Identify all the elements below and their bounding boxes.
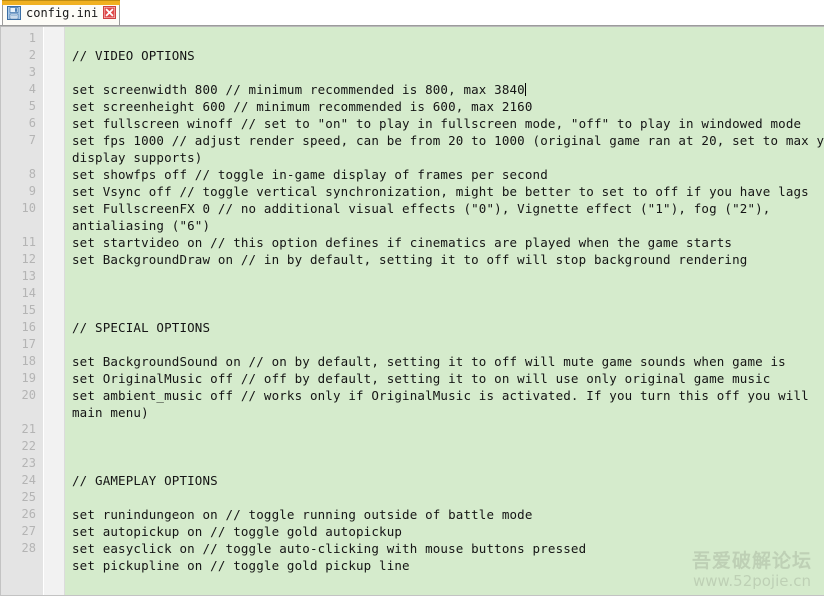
code-line[interactable]: // VIDEO OPTIONS [65, 47, 824, 64]
line-number: 1 [28, 31, 36, 45]
code-line[interactable]: set runindungeon on // toggle running ou… [65, 506, 824, 523]
line-number-gutter: 1 2 3 4 5 6 7 8 9 10 11 12 13 14 15 16 17 18 19 20 21 22 23 24 2… [0, 27, 44, 596]
line-number: 13 [21, 269, 36, 283]
line-number: 27 [21, 524, 36, 538]
text-editor-window: config.ini 1 2 3 4 5 6 7 8 9 10 11 12 13 14 15 16 17 18 19… [0, 0, 824, 596]
line-number: 9 [28, 184, 36, 198]
line-number: 15 [21, 303, 36, 317]
line-number: 23 [21, 456, 36, 470]
gutter-separator [44, 27, 65, 596]
line-number: 18 [21, 354, 36, 368]
code-line[interactable]: set pickupline on // toggle gold pickup … [65, 557, 824, 574]
code-line[interactable] [65, 336, 824, 353]
line-number: 14 [21, 286, 36, 300]
code-line[interactable]: set showfps off // toggle in-game displa… [65, 166, 824, 183]
line-number: 26 [21, 507, 36, 521]
window-left-edge [0, 27, 1, 596]
code-line[interactable]: set ambient_music off // works only if O… [65, 387, 824, 404]
code-line[interactable]: antialiasing ("6") [65, 217, 824, 234]
code-line[interactable]: main menu) [65, 404, 824, 421]
code-line[interactable] [65, 438, 824, 455]
line-number: 8 [28, 167, 36, 181]
code-line[interactable]: set easyclick on // toggle auto-clicking… [65, 540, 824, 557]
tab-config-ini[interactable]: config.ini [2, 0, 121, 25]
tab-label: config.ini [26, 5, 99, 20]
code-line[interactable]: set screenheight 600 // minimum recommen… [65, 98, 824, 115]
code-line[interactable]: set fullscreen winoff // set to "on" to … [65, 115, 824, 132]
line-number: 5 [28, 99, 36, 113]
line-number: 6 [28, 116, 36, 130]
line-number: 10 [21, 201, 36, 215]
line-number: 7 [28, 133, 36, 147]
code-line[interactable] [65, 64, 824, 81]
code-line[interactable]: set startvideo on // this option defines… [65, 234, 824, 251]
line-number: 21 [21, 422, 36, 436]
code-line[interactable] [65, 455, 824, 472]
code-line[interactable]: set OriginalMusic off // off by default,… [65, 370, 824, 387]
line-number [0, 149, 43, 166]
code-line[interactable]: set fps 1000 // adjust render speed, can… [65, 132, 824, 149]
code-line[interactable] [65, 268, 824, 285]
line-number: 24 [21, 473, 36, 487]
line-number: 25 [21, 490, 36, 504]
code-line[interactable]: set BackgroundSound on // on by default,… [65, 353, 824, 370]
line-number: 22 [21, 439, 36, 453]
code-line[interactable] [65, 302, 824, 319]
code-line[interactable] [65, 489, 824, 506]
line-number: 20 [21, 388, 36, 402]
code-line[interactable]: set autopickup on // toggle gold autopic… [65, 523, 824, 540]
code-line[interactable]: set Vsync off // toggle vertical synchro… [65, 183, 824, 200]
line-number: 11 [21, 235, 36, 249]
code-line[interactable] [65, 285, 824, 302]
line-number [0, 217, 43, 234]
code-line[interactable]: display supports) [65, 149, 824, 166]
line-number: 19 [21, 371, 36, 385]
close-icon[interactable] [103, 6, 117, 19]
line-number: 17 [21, 337, 36, 351]
code-line[interactable]: // SPECIAL OPTIONS [65, 319, 824, 336]
code-line[interactable] [65, 30, 824, 47]
code-line[interactable]: // GAMEPLAY OPTIONS [65, 472, 824, 489]
tab-bar: config.ini [0, 0, 824, 26]
line-number: 4 [28, 82, 36, 96]
text-caret [524, 83, 526, 96]
line-number: 16 [21, 320, 36, 334]
code-editor[interactable]: 1 2 3 4 5 6 7 8 9 10 11 12 13 14 15 16 17 18 19 20 21 22 23 24 2… [0, 26, 824, 596]
code-text-area[interactable]: // VIDEO OPTIONS set screenwidth 800 // … [65, 27, 824, 596]
line-number [0, 557, 43, 574]
code-line[interactable] [65, 421, 824, 438]
code-line[interactable]: set screenwidth 800 // minimum recommend… [65, 81, 824, 98]
line-number [0, 404, 43, 421]
floppy-disk-icon [7, 5, 21, 20]
line-number: 28 [21, 541, 36, 555]
code-line[interactable]: set BackgroundDraw on // in by default, … [65, 251, 824, 268]
line-number: 3 [28, 65, 36, 79]
code-line[interactable]: set FullscreenFX 0 // no additional visu… [65, 200, 824, 217]
line-number: 12 [21, 252, 36, 266]
line-number: 2 [28, 48, 36, 62]
